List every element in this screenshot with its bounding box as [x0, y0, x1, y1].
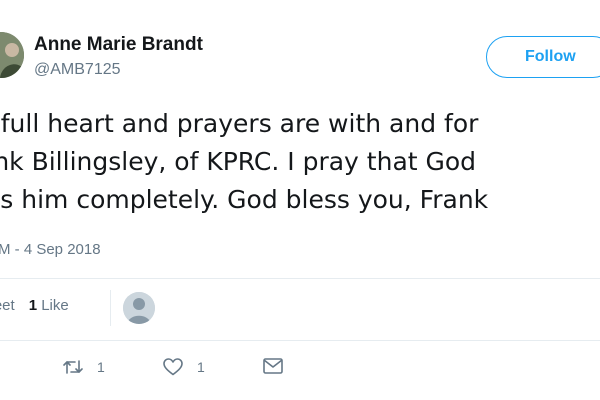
like-count: 1	[197, 359, 205, 375]
message-button[interactable]	[263, 358, 283, 374]
divider	[0, 278, 600, 279]
likes-count[interactable]: 1	[29, 297, 37, 314]
user-handle[interactable]: @AMB7125	[34, 61, 121, 79]
retweets-label[interactable]: weet	[0, 297, 15, 314]
tweet-line: y full heart and prayers are with and fo…	[0, 109, 479, 138]
stats-separator	[110, 290, 111, 326]
tweet-timestamp[interactable]: PM - 4 Sep 2018	[0, 241, 101, 258]
liker-avatar[interactable]	[123, 292, 155, 324]
likes-label[interactable]: Like	[41, 297, 69, 314]
tweet-line: ank Billingsley, of KPRC. I pray that Go…	[0, 147, 477, 176]
retweet-count: 1	[97, 359, 105, 375]
follow-button[interactable]: Follow	[486, 36, 600, 78]
display-name[interactable]: Anne Marie Brandt	[34, 34, 203, 56]
like-button[interactable]: 1	[163, 358, 205, 376]
avatar[interactable]	[0, 32, 24, 78]
retweet-icon	[63, 358, 83, 376]
tweet-text: y full heart and prayers are with and fo…	[0, 105, 600, 219]
divider	[0, 340, 600, 341]
heart-icon	[163, 358, 183, 376]
retweet-button[interactable]: 1	[63, 358, 105, 376]
tweet-stats: weet 1 Like	[0, 297, 69, 314]
envelope-icon	[263, 358, 283, 374]
tweet-line: als him completely. God bless you, Frank	[0, 185, 489, 214]
